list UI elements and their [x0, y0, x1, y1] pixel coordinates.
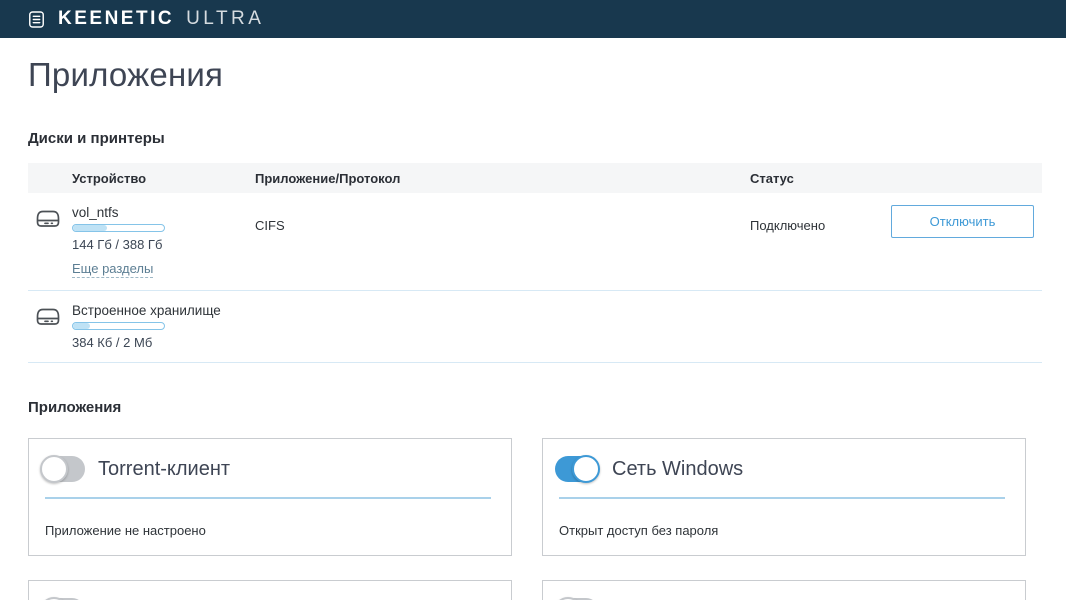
card-status: Открыт доступ без пароля — [559, 523, 719, 538]
toggle-knob — [572, 455, 600, 483]
column-status: Статус — [750, 170, 794, 186]
device-cell: Встроенное хранилище 384 Кб / 2 Мб — [72, 303, 255, 350]
apps-section-title: Приложения — [28, 399, 122, 416]
card-status: Приложение не настроено — [45, 523, 206, 538]
device-name: Встроенное хранилище — [72, 303, 221, 318]
column-device: Устройство — [72, 170, 147, 186]
card-dlna-media: Медиатека DLNA — [28, 580, 512, 600]
windows-network-toggle[interactable] — [555, 455, 600, 483]
table-row-vol-ntfs: vol_ntfs 144 Гб / 388 Гб Еще разделы CIF… — [28, 193, 1042, 291]
disks-table-header: Устройство Приложение/Протокол Статус — [28, 163, 1042, 193]
card-windows-network: Сеть Windows Открыт доступ без пароля — [542, 438, 1026, 556]
card-apple-network: Сеть Apple — [542, 580, 1026, 600]
menu-icon[interactable] — [27, 10, 46, 29]
disks-table: Устройство Приложение/Протокол Статус vo… — [28, 163, 1042, 363]
brand-logo: KEENETIC — [58, 8, 175, 29]
usage-progressbar — [72, 224, 165, 232]
toggle-knob — [40, 455, 68, 483]
hard-drive-icon — [36, 210, 60, 227]
device-name: vol_ntfs — [72, 205, 119, 220]
protocol-label: CIFS — [255, 218, 285, 233]
card-label: Torrent-клиент — [98, 457, 231, 480]
disconnect-button[interactable]: Отключить — [891, 205, 1034, 238]
more-partitions-link[interactable]: Еще разделы — [72, 261, 154, 278]
usage-label: 144 Гб / 388 Гб — [72, 237, 163, 252]
card-divider — [559, 497, 1005, 499]
app-header: KEENETIC ULTRA — [0, 0, 1066, 38]
card-label: Сеть Windows — [612, 457, 744, 480]
usage-progress-fill — [73, 323, 91, 329]
usage-label: 384 Кб / 2 Мб — [72, 335, 153, 350]
card-divider — [45, 497, 491, 499]
table-row-internal-storage: Встроенное хранилище 384 Кб / 2 Мб — [28, 291, 1042, 363]
status-label: Подключено — [750, 218, 826, 233]
usage-progressbar — [72, 322, 165, 330]
app-cards-grid: Torrent-клиент Приложение не настроено С… — [28, 438, 1026, 600]
brand-model: ULTRA — [186, 8, 265, 29]
disks-section-title: Диски и принтеры — [28, 130, 165, 147]
page-title: Приложения — [28, 56, 224, 93]
device-cell: vol_ntfs 144 Гб / 388 Гб Еще разделы — [72, 205, 255, 278]
usage-progress-fill — [73, 225, 107, 231]
torrent-client-toggle[interactable] — [40, 455, 85, 483]
main-content: Приложения Диски и принтеры Устройство П… — [0, 56, 1066, 600]
card-torrent-client: Torrent-клиент Приложение не настроено — [28, 438, 512, 556]
column-protocol: Приложение/Протокол — [255, 170, 401, 186]
hard-drive-icon — [36, 308, 60, 325]
